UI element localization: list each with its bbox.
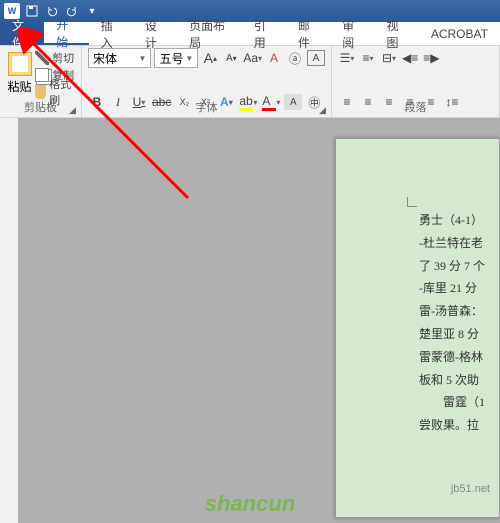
- change-case-button[interactable]: Aa▾: [243, 48, 262, 68]
- tab-home[interactable]: 开始: [44, 22, 88, 45]
- paragraph-group-label: 段落: [332, 99, 499, 115]
- document-page[interactable]: 勇士（4-1） -杜兰特在老 了 39 分 7 个 -库里 21 分 雷-汤普森…: [335, 138, 500, 518]
- text-line: 楚里亚 8 分: [419, 323, 499, 346]
- text-line: -库里 21 分: [419, 277, 499, 300]
- tab-acrobat[interactable]: ACROBAT: [419, 22, 500, 45]
- watermark-main: shancun: [205, 491, 295, 517]
- copy-icon: [35, 68, 49, 82]
- brush-icon: [35, 85, 46, 99]
- tab-design[interactable]: 设计: [133, 22, 177, 45]
- document-area: 勇士（4-1） -杜兰特在老 了 39 分 7 个 -库里 21 分 雷-汤普森…: [0, 118, 500, 523]
- tab-mail[interactable]: 邮件: [286, 22, 330, 45]
- chevron-down-icon: ▼: [139, 54, 147, 63]
- watermark-url: jb51.net: [451, 483, 490, 495]
- clear-format-button[interactable]: A: [265, 48, 283, 68]
- char-border-button[interactable]: A: [307, 50, 325, 66]
- paste-icon: [8, 52, 32, 76]
- ribbon-tabs: 文件 开始 插入 设计 页面布局 引用 邮件 审阅 视图 ACROBAT: [0, 22, 500, 46]
- document-text[interactable]: 勇士（4-1） -杜兰特在老 了 39 分 7 个 -库里 21 分 雷-汤普森…: [419, 209, 499, 497]
- text-line: -杜兰特在老: [419, 232, 499, 255]
- increase-indent-button[interactable]: ≡▶: [422, 48, 440, 68]
- tab-review[interactable]: 审阅: [330, 22, 374, 45]
- multilevel-button[interactable]: ⊟▾: [380, 48, 398, 68]
- shrink-font-button[interactable]: A▾: [222, 48, 240, 68]
- numbering-button[interactable]: ≡▾: [359, 48, 377, 68]
- paste-button[interactable]: 粘贴: [6, 48, 33, 98]
- font-launcher-icon[interactable]: ◢: [319, 105, 329, 115]
- group-paragraph: ☰▾ ≡▾ ⊟▾ ◀≡ ≡▶ ≡ ≡ ≡ ≡ ≡ ↕≡ 段落: [332, 46, 500, 117]
- decrease-indent-button[interactable]: ◀≡: [401, 48, 419, 68]
- text-line: 雷蒙德-格林: [419, 346, 499, 369]
- qat-customize-icon[interactable]: ▾: [84, 3, 100, 19]
- text-line: 雷-汤普森：: [419, 300, 499, 323]
- text-line: 板和 5 次助: [419, 369, 499, 392]
- format-painter-button[interactable]: 格式刷: [35, 84, 75, 100]
- tab-view[interactable]: 视图: [375, 22, 419, 45]
- group-font: 宋体▼ 五号▼ A▴ A▾ Aa▾ A ⓐ A B I U▾ abc X₂ X²…: [82, 46, 332, 117]
- grow-font-button[interactable]: A▴: [201, 48, 219, 68]
- margin-marker: [407, 197, 417, 207]
- text-line: 尝败果。拉: [419, 414, 499, 437]
- tab-insert[interactable]: 插入: [89, 22, 133, 45]
- chevron-down-icon: ▼: [185, 54, 193, 63]
- paste-label: 粘贴: [8, 78, 32, 95]
- tab-layout[interactable]: 页面布局: [177, 22, 242, 45]
- bullets-button[interactable]: ☰▾: [338, 48, 356, 68]
- text-line: 雷霆（1: [419, 391, 499, 414]
- cut-icon: [35, 51, 49, 65]
- tab-file[interactable]: 文件: [0, 22, 44, 45]
- cut-button[interactable]: 剪切: [35, 50, 75, 66]
- font-size-selector[interactable]: 五号▼: [154, 48, 198, 68]
- tab-references[interactable]: 引用: [242, 22, 286, 45]
- clipboard-launcher-icon[interactable]: ◢: [69, 105, 79, 115]
- text-line: 勇士（4-1）: [419, 209, 499, 232]
- phonetic-button[interactable]: ⓐ: [286, 48, 304, 68]
- font-group-label: 字体: [82, 99, 331, 115]
- ribbon: 粘贴 剪切 复制 格式刷 剪贴板 ◢ 宋体▼ 五号▼ A▴ A▾ Aa▾ A ⓐ…: [0, 46, 500, 118]
- vertical-ruler[interactable]: [0, 118, 18, 523]
- group-clipboard: 粘贴 剪切 复制 格式刷 剪贴板 ◢: [0, 46, 82, 117]
- text-line: 了 39 分 7 个: [419, 255, 499, 278]
- font-name-selector[interactable]: 宋体▼: [88, 48, 151, 68]
